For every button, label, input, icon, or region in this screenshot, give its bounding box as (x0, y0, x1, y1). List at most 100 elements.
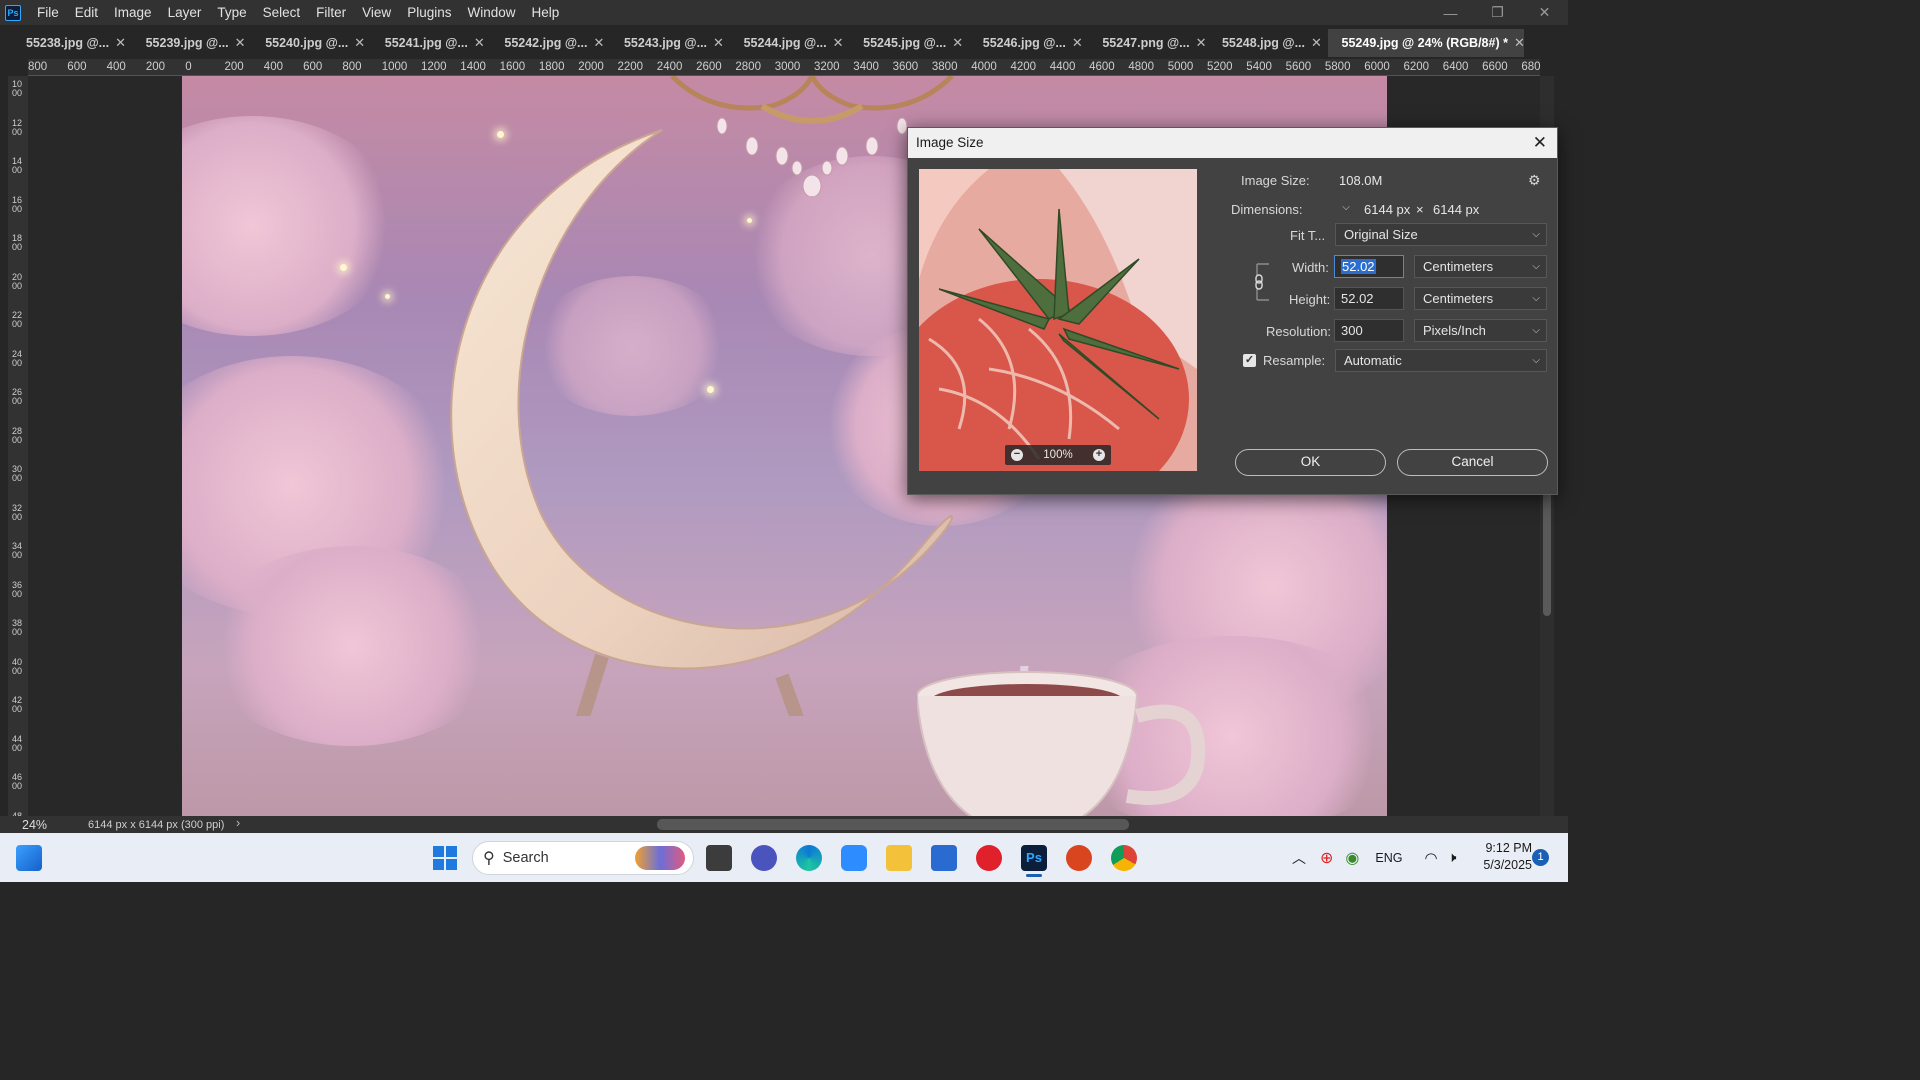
menu-type[interactable]: Type (209, 0, 254, 25)
tab-close-icon[interactable]: ✕ (1514, 35, 1524, 51)
menu-filter[interactable]: Filter (308, 0, 354, 25)
status-menu-arrow-icon[interactable]: › (236, 816, 240, 830)
tab-close-icon[interactable]: ✕ (1196, 35, 1207, 51)
tab-close-icon[interactable]: ✕ (115, 35, 126, 51)
chrome-browser-icon[interactable] (1111, 845, 1137, 871)
network-globe-icon[interactable]: ◉ (1345, 848, 1359, 868)
wifi-icon[interactable]: ◠ (1424, 849, 1437, 867)
tab-close-icon[interactable]: ✕ (1072, 35, 1083, 51)
menu-image[interactable]: Image (106, 0, 160, 25)
tab-close-icon[interactable]: ✕ (235, 35, 246, 51)
document-tab[interactable]: 55241.jpg @... ✕ (371, 29, 491, 57)
zoom-out-button[interactable]: − (1011, 449, 1023, 461)
ruler-tick-label: 400 (263, 61, 283, 73)
ruler-tick-label: 4000 (11, 656, 22, 676)
taskbar-clock[interactable]: 9:12 PM 5/3/2025 (1466, 840, 1532, 874)
ruler-tick-label: 1000 (11, 79, 22, 98)
photoshop-taskbar-icon[interactable]: Ps (1021, 845, 1047, 871)
resample-dropdown[interactable]: Automatic ⌵ (1335, 349, 1547, 372)
height-unit-dropdown[interactable]: Centimeters ⌵ (1414, 287, 1547, 310)
dialog-close-button[interactable]: ✕ (1533, 133, 1547, 153)
opera-browser-icon[interactable] (976, 845, 1002, 871)
widgets-icon[interactable] (16, 845, 42, 871)
ruler-tick-label: 2200 (617, 61, 644, 73)
document-tab[interactable]: 55248.jpg @... ✕ (1208, 29, 1328, 57)
windows-start-icon[interactable] (432, 845, 458, 871)
language-indicator[interactable]: ENG (1375, 851, 1402, 865)
menu-edit[interactable]: Edit (67, 0, 106, 25)
vpn-icon[interactable]: ⊕ (1320, 848, 1333, 868)
zoom-in-button[interactable]: + (1092, 449, 1105, 461)
settings-gear-icon[interactable]: ⚙ (1528, 172, 1541, 189)
document-tab[interactable]: 55242.jpg @... ✕ (490, 29, 610, 57)
menu-file[interactable]: File (29, 0, 67, 25)
minimize-button[interactable]: — (1427, 0, 1474, 25)
fit-to-value: Original Size (1344, 227, 1418, 242)
dialog-title-bar[interactable]: Image Size ✕ (908, 128, 1557, 158)
zoom-level[interactable]: 24% (0, 818, 58, 832)
speaker-muted-icon[interactable]: 🕨 (1448, 849, 1457, 866)
tab-close-icon[interactable]: ✕ (354, 35, 365, 51)
edge-browser-icon[interactable] (796, 845, 822, 871)
chat-icon[interactable] (751, 845, 777, 871)
snipping-tool-icon[interactable] (841, 845, 867, 871)
dimensions-unit-dropdown-icon[interactable]: ⌵ (1338, 200, 1354, 216)
close-window-button[interactable]: ✕ (1521, 0, 1568, 25)
horizontal-ruler[interactable]: 800 600 400 200 0 200 400 600 800 1000 1200 1400 160… (28, 59, 1540, 76)
tab-close-icon[interactable]: ✕ (1311, 35, 1322, 51)
ruler-tick-label: 3600 (11, 579, 22, 599)
tab-label: 55247.png @... (1102, 36, 1190, 50)
width-unit-dropdown[interactable]: Centimeters ⌵ (1414, 255, 1547, 278)
microsoft-store-icon[interactable] (931, 845, 957, 871)
image-preview[interactable]: − 100% + (919, 169, 1197, 471)
menu-plugins[interactable]: Plugins (399, 0, 459, 25)
document-tabs: 55238.jpg @... ✕ 55239.jpg @... ✕ 55240.jpg … (0, 29, 1568, 57)
menu-select[interactable]: Select (255, 0, 309, 25)
menu-view[interactable]: View (354, 0, 399, 25)
width-input[interactable]: 52.02 (1334, 255, 1404, 278)
tab-close-icon[interactable]: ✕ (474, 35, 485, 51)
notification-badge[interactable]: 1 (1532, 849, 1549, 866)
clock-date: 5/3/2025 (1483, 858, 1532, 872)
file-explorer-icon[interactable] (886, 845, 912, 871)
task-view-icon[interactable] (706, 845, 732, 871)
tab-label: 55242.jpg @... (504, 36, 588, 50)
height-input[interactable]: 52.02 (1334, 287, 1404, 310)
tab-close-icon[interactable]: ✕ (952, 35, 963, 51)
fit-to-dropdown[interactable]: Original Size ⌵ (1335, 223, 1547, 246)
vertical-scroll-thumb[interactable] (1543, 484, 1551, 616)
tab-close-icon[interactable]: ✕ (833, 35, 844, 51)
photoshop-logo-icon[interactable]: Ps (5, 4, 21, 21)
document-tab[interactable]: 55245.jpg @... ✕ (849, 29, 969, 57)
document-tab[interactable]: 55247.png @... ✕ (1088, 29, 1208, 57)
vertical-ruler[interactable]: 1000 1200 1400 1600 1800 2000 2200 2400 2600 2800… (8, 76, 28, 816)
resolution-unit-dropdown[interactable]: Pixels/Inch ⌵ (1414, 319, 1547, 342)
tab-close-icon[interactable]: ✕ (593, 35, 604, 51)
taskbar-search-box[interactable]: ⚲ Search (472, 841, 694, 875)
menu-window[interactable]: Window (459, 0, 523, 25)
show-hidden-icons-chevron-icon[interactable]: ︿ (1292, 848, 1306, 868)
height-unit-value: Centimeters (1423, 291, 1494, 306)
grammarly-icon[interactable] (1066, 845, 1092, 871)
document-tab[interactable]: 55249.jpg @ 24% (RGB/8#) * ✕ (1327, 29, 1524, 57)
document-tab[interactable]: 55238.jpg @... ✕ (12, 29, 132, 57)
tab-close-icon[interactable]: ✕ (713, 35, 724, 51)
horizontal-scrollbar[interactable] (262, 819, 1532, 830)
ok-button[interactable]: OK (1235, 449, 1386, 476)
horizontal-scroll-thumb[interactable] (657, 819, 1129, 830)
start-tile (446, 859, 457, 870)
cancel-button[interactable]: Cancel (1397, 449, 1548, 476)
document-tab[interactable]: 55246.jpg @... ✕ (969, 29, 1089, 57)
document-tab[interactable]: 55240.jpg @... ✕ (251, 29, 371, 57)
document-tab[interactable]: 55244.jpg @... ✕ (730, 29, 850, 57)
document-tab[interactable]: 55243.jpg @... ✕ (610, 29, 730, 57)
dimensions-label: Dimensions: (1231, 202, 1303, 217)
constrain-proportions-link-icon[interactable] (1255, 262, 1269, 302)
menu-layer[interactable]: Layer (160, 0, 210, 25)
menu-help[interactable]: Help (523, 0, 567, 25)
resample-checkbox[interactable]: ✓ (1243, 354, 1256, 367)
ruler-tick-label: 1800 (11, 233, 22, 252)
restore-button[interactable]: ❐ (1474, 0, 1521, 25)
resolution-input[interactable]: 300 (1334, 319, 1404, 342)
document-tab[interactable]: 55239.jpg @... ✕ (132, 29, 252, 57)
